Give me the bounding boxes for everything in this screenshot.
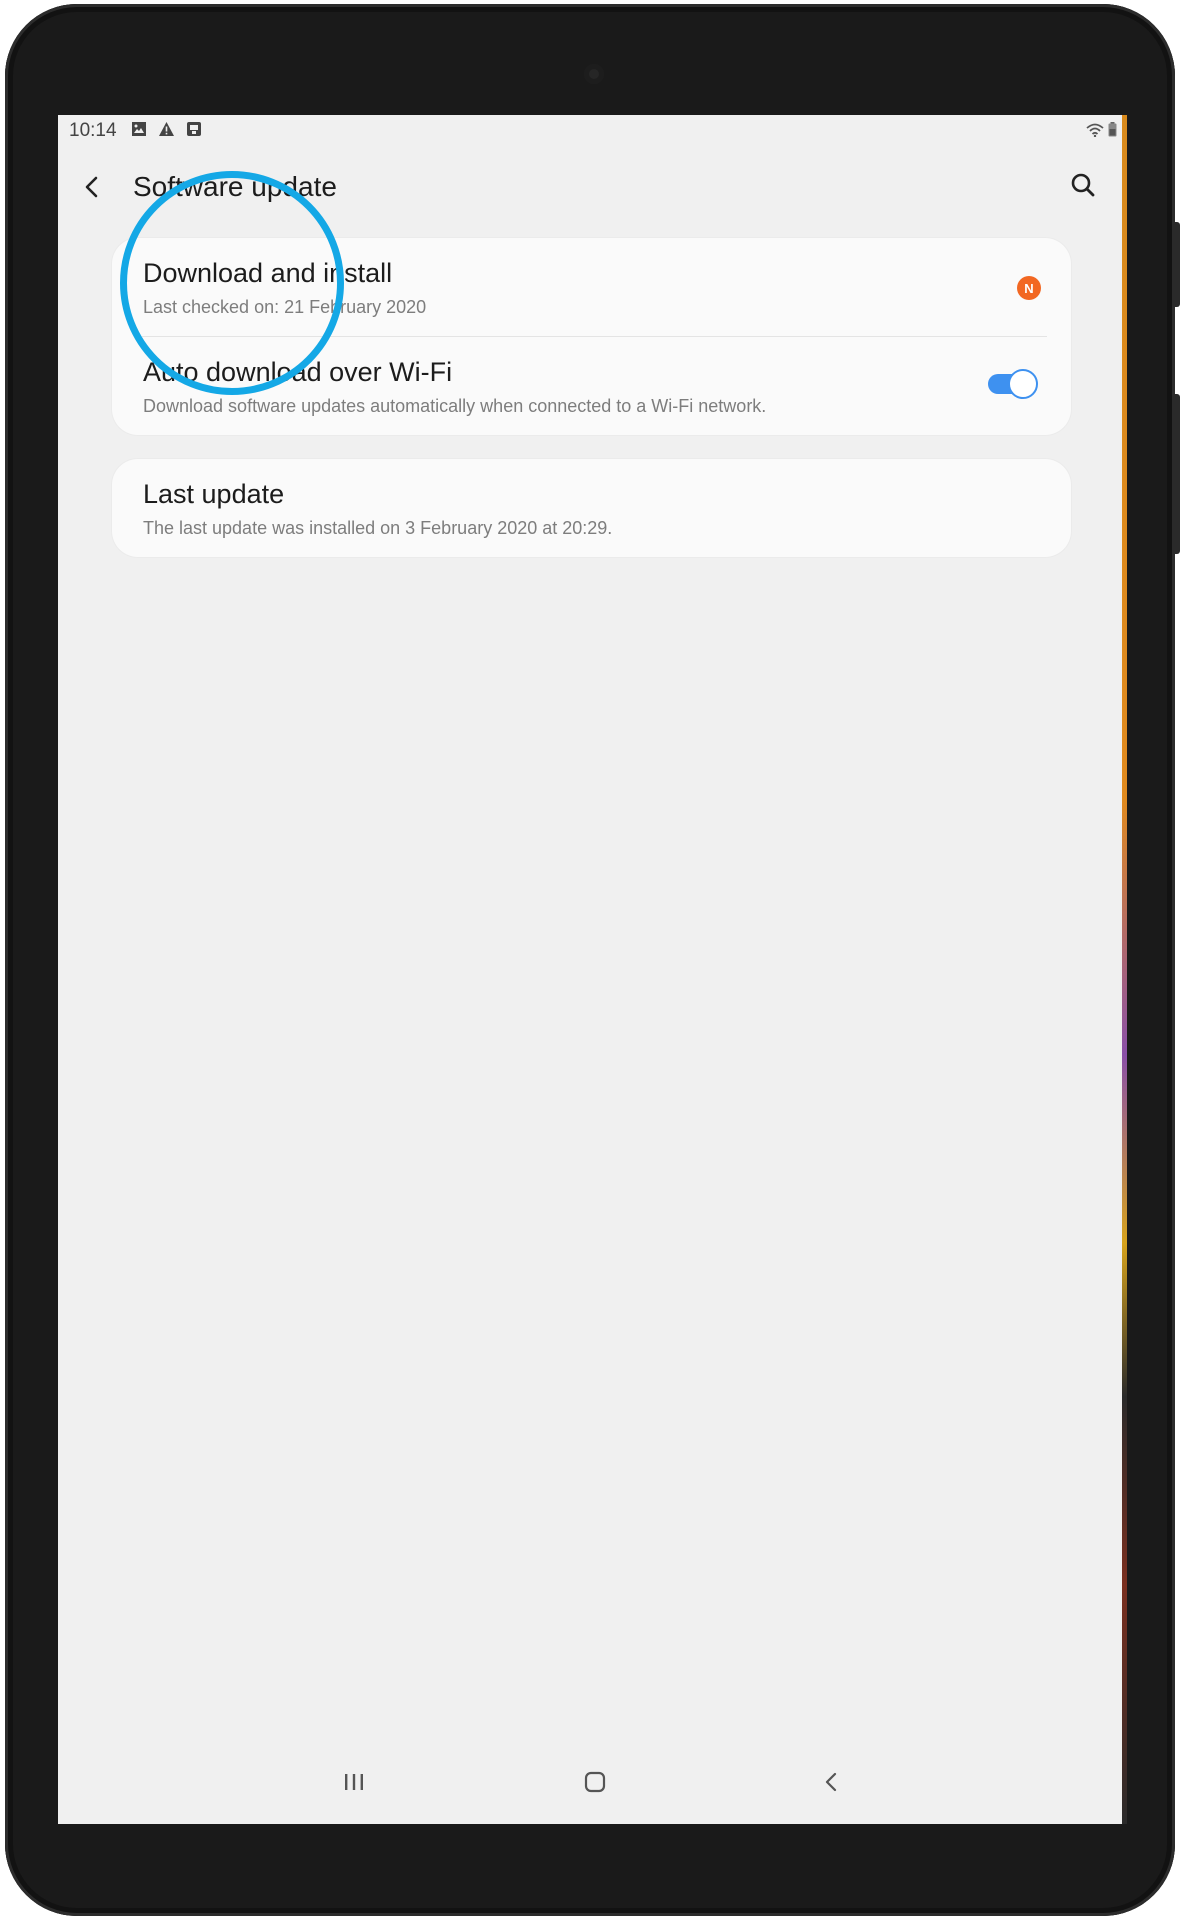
download-and-install-title: Download and install	[143, 258, 393, 288]
page-title: Software update	[133, 171, 337, 202]
front-camera	[584, 64, 604, 84]
search-icon	[1070, 172, 1096, 203]
tablet-frame: 10:14 Software update Download and insta…	[5, 4, 1180, 1916]
auto-download-toggle[interactable]	[988, 369, 1038, 399]
update-options-card: Download and install Last checked on: 21…	[112, 238, 1071, 435]
status-bar: 10:14	[58, 115, 1127, 149]
last-update-title: Last update	[143, 479, 285, 509]
system-icons	[1086, 121, 1117, 143]
notification-icons	[131, 121, 202, 137]
screen: 10:14 Software update Download and insta…	[58, 115, 1127, 1824]
last-update-description: The last update was installed on 3 Febru…	[143, 518, 613, 538]
wifi-icon	[1086, 121, 1104, 143]
back-button[interactable]	[76, 171, 108, 207]
power-button	[1172, 394, 1180, 554]
recents-icon	[343, 1772, 365, 1797]
nav-back-button[interactable]	[809, 1764, 853, 1804]
volume-button	[1172, 222, 1180, 307]
toggle-thumb	[1008, 369, 1038, 399]
auto-download-title: Auto download over Wi-Fi	[143, 357, 453, 387]
home-button[interactable]	[573, 1764, 617, 1804]
last-update-card: Last update The last update was installe…	[112, 459, 1071, 557]
back-icon	[824, 1771, 838, 1798]
gallery-icon	[131, 121, 147, 137]
edge-panel-strip	[1122, 115, 1127, 1824]
new-update-badge: N	[1017, 276, 1041, 300]
battery-icon	[1108, 121, 1117, 143]
app-bar: Software update	[58, 149, 1127, 229]
recents-button[interactable]	[332, 1764, 376, 1804]
auto-download-description: Download software updates automatically …	[143, 396, 767, 416]
navigation-bar	[58, 1734, 1127, 1824]
last-update-item[interactable]: Last update The last update was installe…	[112, 459, 1071, 557]
auto-download-item[interactable]: Auto download over Wi-Fi Download softwa…	[112, 337, 1071, 435]
search-button[interactable]	[1065, 169, 1101, 205]
screenshot-icon	[186, 121, 202, 137]
home-icon	[583, 1770, 607, 1799]
last-checked-text: Last checked on: 21 February 2020	[143, 297, 427, 317]
back-arrow-icon	[84, 175, 100, 204]
alert-icon	[158, 121, 175, 137]
status-time: 10:14	[69, 120, 117, 141]
download-and-install-item[interactable]: Download and install Last checked on: 21…	[112, 238, 1071, 336]
